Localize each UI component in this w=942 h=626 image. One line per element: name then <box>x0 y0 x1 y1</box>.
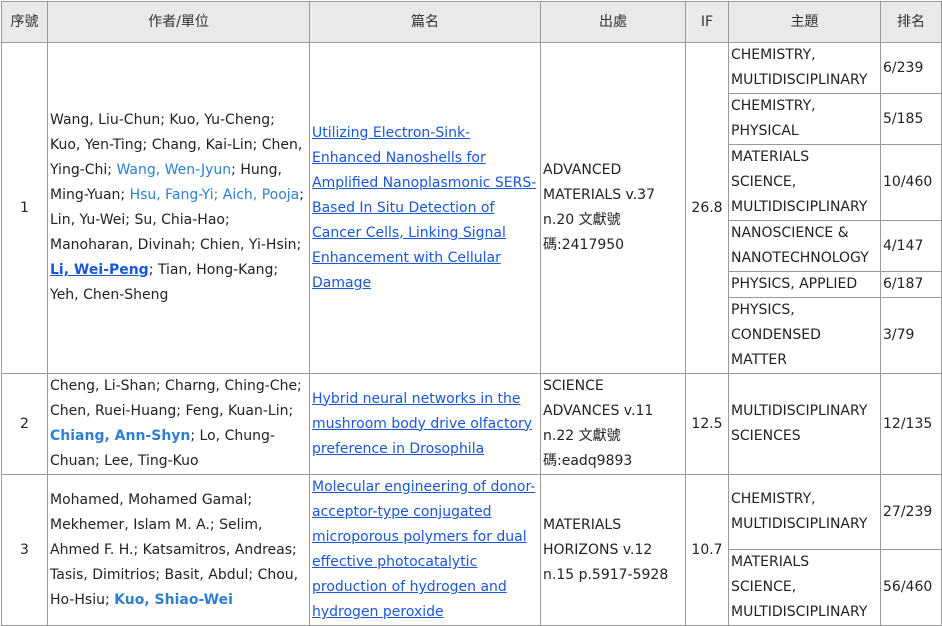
rank-cell: 5/185 <box>880 93 942 145</box>
row-number: 2 <box>1 373 48 475</box>
table-row: 3 Mohamed, Mohamed Gamal; Mekhemer, Isla… <box>1 474 942 626</box>
header-if: IF <box>685 1 729 43</box>
rank-cell: 4/147 <box>880 220 942 272</box>
table-row: 1 Wang, Liu-Chun; Kuo, Yu-Cheng; Kuo, Ye… <box>1 42 942 374</box>
topic-cell: MATERIALS SCIENCE, MULTIDISCIPLINARY <box>728 144 881 221</box>
rank-cell: 6/239 <box>880 42 942 94</box>
author-highlight: Kuo, Shiao-Wei <box>114 591 233 608</box>
author-list: Mohamed, Mohamed Gamal; Mekhemer, Islam … <box>47 474 310 626</box>
topic-cell: NANOSCIENCE & NANOTECHNOLOGY <box>728 220 881 272</box>
topic-cell: CHEMISTRY, MULTIDISCIPLINARY <box>728 42 881 94</box>
impact-factor: 26.8 <box>685 42 729 374</box>
header-no: 序號 <box>1 1 48 43</box>
author-highlight: Hsu, Fang-Yi; Aich, Pooja <box>129 187 300 203</box>
author-list: Cheng, Li-Shan; Charng, Ching-Che; Chen,… <box>47 373 310 475</box>
topic-cell: CHEMISTRY, MULTIDISCIPLINARY <box>728 474 881 550</box>
source-cell: SCIENCE ADVANCES v.11 n.22 文獻號碼:eadq9893 <box>540 373 686 475</box>
topic-cell: CHEMISTRY, PHYSICAL <box>728 93 881 145</box>
paper-title-link[interactable]: Molecular engineering of donor-acceptor-… <box>312 479 535 620</box>
rank-cell: 10/460 <box>880 144 942 221</box>
impact-factor: 12.5 <box>685 373 729 475</box>
row-number: 3 <box>1 474 48 626</box>
source-cell: MATERIALS HORIZONS v.12 n.15 p.5917-5928 <box>540 474 686 626</box>
title-cell: Utilizing Electron-Sink-Enhanced Nanoshe… <box>309 42 541 374</box>
header-source: 出處 <box>540 1 686 43</box>
author-text: Cheng, Li-Shan; Charng, Ching-Che; Chen,… <box>50 378 302 419</box>
author-list: Wang, Liu-Chun; Kuo, Yu-Cheng; Kuo, Yen-… <box>47 42 310 374</box>
rank-cell: 6/187 <box>880 271 942 298</box>
impact-factor: 10.7 <box>685 474 729 626</box>
title-cell: Molecular engineering of donor-acceptor-… <box>309 474 541 626</box>
topic-cell: MULTIDISCIPLINARY SCIENCES <box>728 373 881 475</box>
author-highlight: Wang, Wen-Jyun <box>116 162 232 178</box>
paper-title-link[interactable]: Hybrid neural networks in the mushroom b… <box>312 391 532 457</box>
topic-cell: PHYSICS, APPLIED <box>728 271 881 298</box>
title-cell: Hybrid neural networks in the mushroom b… <box>309 373 541 475</box>
rank-cell: 12/135 <box>880 373 942 475</box>
header-row: 序號 作者/單位 篇名 出處 IF 主題 排名 <box>1 1 942 43</box>
table-row: 2 Cheng, Li-Shan; Charng, Ching-Che; Che… <box>1 373 942 475</box>
row-number: 1 <box>1 42 48 374</box>
header-title: 篇名 <box>309 1 541 43</box>
corresponding-author: Li, Wei-Peng <box>50 262 149 278</box>
paper-title-link[interactable]: Utilizing Electron-Sink-Enhanced Nanoshe… <box>312 125 536 291</box>
publications-table: 序號 作者/單位 篇名 出處 IF 主題 排名 1 Wang, Liu-Chun… <box>1 1 942 626</box>
rank-cell: 56/460 <box>880 549 942 626</box>
header-rank: 排名 <box>880 1 942 43</box>
author-highlight: Chiang, Ann-Shyn <box>50 428 191 444</box>
author-text: Mohamed, Mohamed Gamal; Mekhemer, Islam … <box>50 491 299 608</box>
header-topic: 主題 <box>728 1 881 43</box>
topic-cell: MATERIALS SCIENCE, MULTIDISCIPLINARY <box>728 549 881 626</box>
source-cell: ADVANCED MATERIALS v.37 n.20 文獻號碼:241795… <box>540 42 686 374</box>
rank-cell: 27/239 <box>880 474 942 550</box>
rank-cell: 3/79 <box>880 297 942 374</box>
header-authors: 作者/單位 <box>47 1 310 43</box>
topic-cell: PHYSICS, CONDENSED MATTER <box>728 297 881 374</box>
